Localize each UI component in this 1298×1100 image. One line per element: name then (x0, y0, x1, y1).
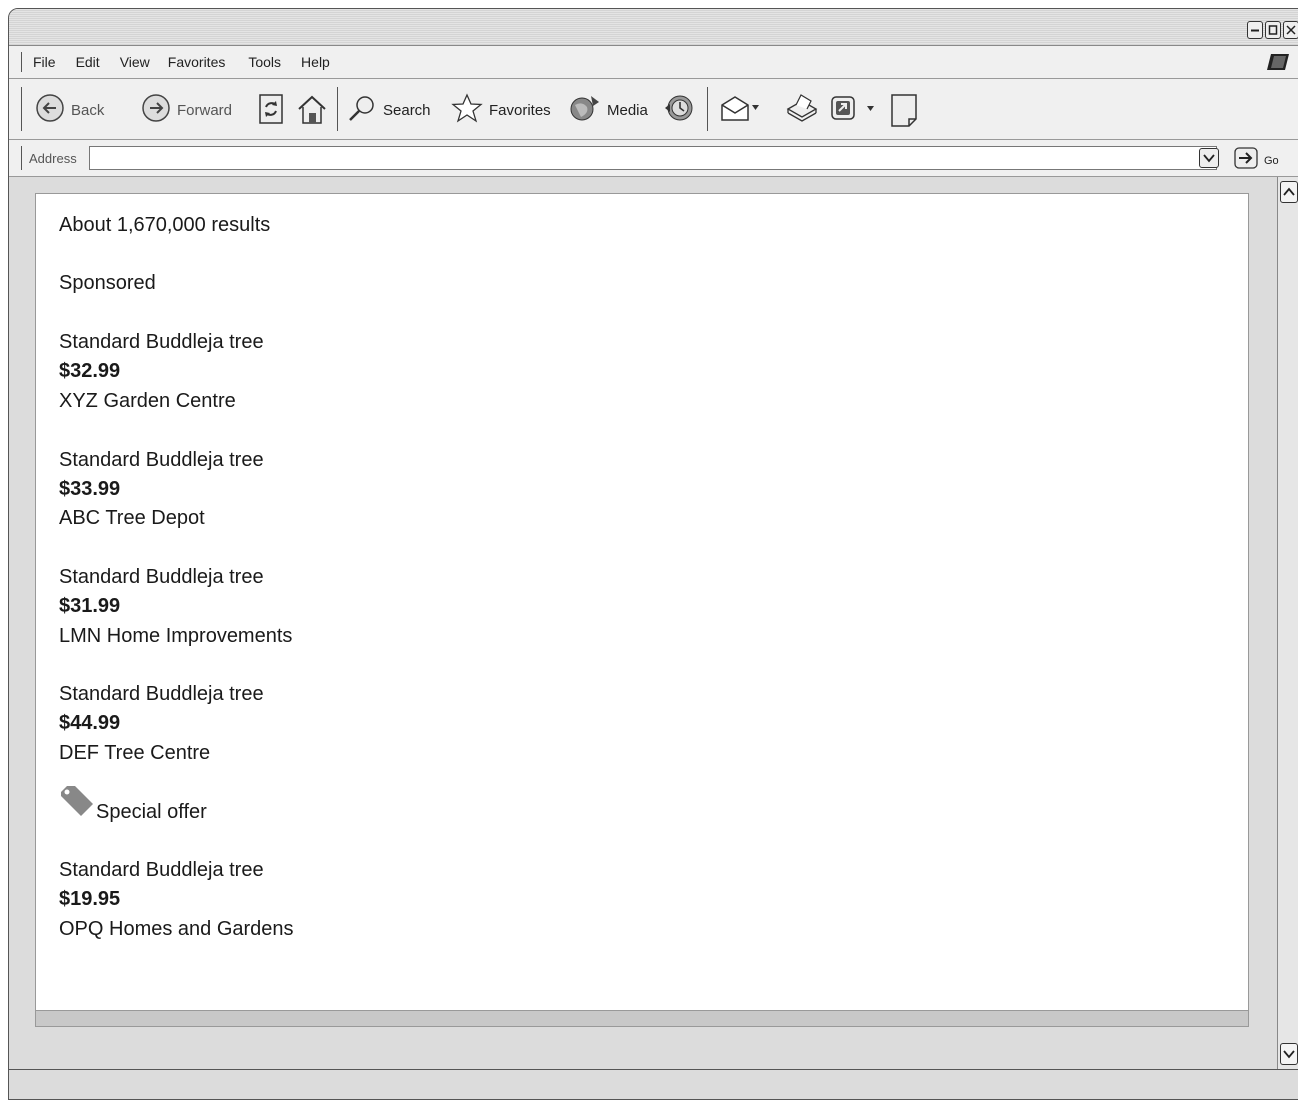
status-bar (9, 1069, 1298, 1099)
listing-price: $31.99 (59, 595, 121, 617)
print-button[interactable] (785, 93, 819, 129)
menu-help[interactable]: Help (301, 54, 330, 70)
menu-view[interactable]: View (120, 54, 150, 70)
refresh-button[interactable] (257, 93, 285, 129)
title-bar (9, 9, 1298, 46)
menu-bar: File Edit View Favorites Tools Help (9, 46, 1298, 79)
menu-tools[interactable]: Tools (248, 54, 281, 70)
page-icon (889, 93, 919, 133)
forward-button[interactable]: Forward (141, 93, 232, 127)
address-input[interactable] (89, 146, 1217, 170)
page-button[interactable] (889, 93, 919, 133)
listing-seller: DEF Tree Centre (59, 742, 211, 764)
tag-icon (59, 784, 95, 823)
media-button[interactable]: Media (569, 93, 648, 127)
mail-icon (719, 93, 761, 127)
edit-icon (829, 93, 877, 127)
search-results-page: About 1,670,000 results Sponsored Standa… (35, 193, 1249, 1011)
listing-product[interactable]: Standard Buddleja tree (59, 331, 264, 354)
menu-edit[interactable]: Edit (76, 54, 100, 70)
media-icon (569, 93, 601, 127)
back-button[interactable]: Back (35, 93, 104, 127)
listing-price: $44.99 (59, 712, 121, 734)
address-dropdown-button[interactable] (1199, 148, 1219, 168)
home-icon (295, 93, 329, 131)
close-icon[interactable] (1283, 21, 1298, 39)
minimize-icon[interactable] (1247, 21, 1263, 39)
back-arrow-icon (35, 93, 65, 127)
listing-seller: XYZ Garden Centre (59, 390, 236, 412)
menu-favorites[interactable]: Favorites (168, 54, 226, 70)
toolbar-separator (707, 87, 708, 131)
browser-window: File Edit View Favorites Tools Help Back (8, 8, 1298, 1100)
toolbar: Back Forward Search Favorites Media (9, 79, 1298, 140)
listing-seller: ABC Tree Depot (59, 507, 205, 529)
results-count: About 1,670,000 results (59, 214, 271, 236)
menu-separator (21, 52, 22, 72)
listing-product[interactable]: Standard Buddleja tree (59, 683, 264, 706)
forward-label: Forward (177, 101, 233, 119)
favorites-button[interactable]: Favorites (451, 93, 551, 127)
go-button[interactable]: Go (1234, 147, 1279, 174)
chevron-down-icon (1283, 1050, 1295, 1059)
back-label: Back (71, 101, 105, 119)
browser-logo-icon (1265, 52, 1291, 72)
search-label: Search (383, 101, 431, 119)
address-label: Address (29, 151, 77, 166)
special-offer-label: Special offer (96, 801, 207, 823)
history-button[interactable] (663, 93, 695, 127)
chevron-down-icon (1203, 154, 1215, 163)
home-button[interactable] (295, 93, 329, 131)
listing-price: $32.99 (59, 360, 121, 382)
restore-icon[interactable] (1265, 21, 1281, 39)
scroll-down-button[interactable] (1280, 1043, 1298, 1065)
vertical-scrollbar[interactable] (1277, 177, 1298, 1069)
refresh-icon (257, 93, 285, 129)
print-icon (785, 93, 819, 129)
listing-product[interactable]: Standard Buddleja tree (59, 566, 264, 589)
forward-arrow-icon (141, 93, 171, 127)
menu-file[interactable]: File (33, 54, 56, 70)
search-button[interactable]: Search (347, 93, 431, 127)
mail-button[interactable] (719, 93, 761, 127)
search-icon (347, 93, 377, 127)
star-icon (451, 93, 483, 127)
listing-seller: LMN Home Improvements (59, 625, 293, 647)
chevron-up-icon (1283, 187, 1295, 196)
content-viewport: About 1,670,000 results Sponsored Standa… (9, 177, 1277, 1069)
go-label: Go (1264, 154, 1279, 167)
listing-product[interactable]: Standard Buddleja tree (59, 449, 264, 472)
horizontal-scrollbar[interactable] (35, 1011, 1249, 1027)
history-icon (663, 93, 695, 127)
media-label: Media (607, 101, 648, 119)
address-separator (21, 146, 22, 170)
sponsored-label: Sponsored (59, 272, 156, 294)
toolbar-separator (21, 87, 22, 131)
listing-price: $19.95 (59, 888, 121, 910)
edit-button[interactable] (829, 93, 877, 127)
window-controls (1247, 21, 1298, 39)
listing-seller: OPQ Homes and Gardens (59, 918, 294, 940)
listing-price: $33.99 (59, 478, 121, 500)
toolbar-separator (337, 87, 338, 131)
go-arrow-icon (1234, 147, 1258, 174)
favorites-label: Favorites (489, 101, 551, 119)
listing-product[interactable]: Standard Buddleja tree (59, 859, 264, 882)
scroll-up-button[interactable] (1280, 181, 1298, 203)
address-bar: Address Go (9, 140, 1298, 177)
